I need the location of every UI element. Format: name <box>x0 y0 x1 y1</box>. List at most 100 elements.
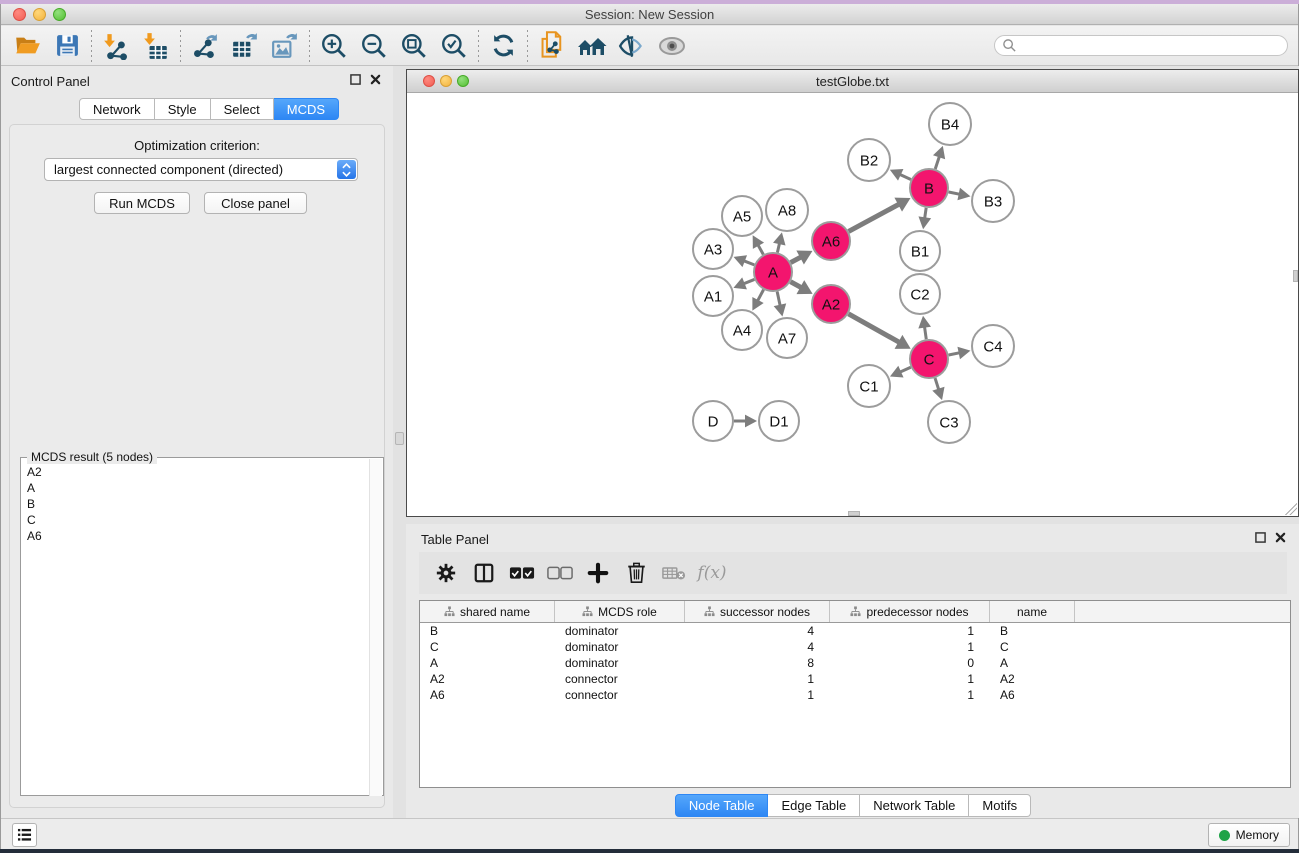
import-table-button[interactable] <box>136 29 176 63</box>
table-cell[interactable]: A6 <box>990 688 1075 702</box>
table-cell[interactable]: 8 <box>685 656 830 670</box>
table-cell[interactable]: 1 <box>830 640 990 654</box>
table-cell[interactable]: A <box>990 656 1075 670</box>
window-resize-grip[interactable] <box>1285 503 1297 515</box>
mcds-result-item[interactable]: A6 <box>27 528 42 544</box>
table-cell[interactable]: 1 <box>685 688 830 702</box>
column-header[interactable]: shared name <box>420 601 555 622</box>
table-row[interactable]: Bdominator41B <box>420 623 1290 639</box>
table-cell[interactable]: dominator <box>555 656 685 670</box>
zoom-selected-button[interactable] <box>434 29 474 63</box>
table-cell[interactable]: connector <box>555 672 685 686</box>
tab-network-table[interactable]: Network Table <box>860 794 969 817</box>
home-layout-button[interactable] <box>572 29 612 63</box>
table-cell[interactable]: connector <box>555 688 685 702</box>
delete-column-button[interactable] <box>617 555 655 591</box>
graph-edge[interactable] <box>848 314 900 343</box>
result-scrollbar[interactable] <box>369 459 382 796</box>
show-panel-button[interactable] <box>652 29 692 63</box>
tab-mcds[interactable]: MCDS <box>274 98 339 120</box>
table-cell[interactable]: A2 <box>420 672 555 686</box>
plus-icon <box>587 562 609 584</box>
table-cell[interactable]: 1 <box>830 672 990 686</box>
table-cell[interactable]: 4 <box>685 640 830 654</box>
mcds-result-item[interactable]: A <box>27 480 42 496</box>
table-cell[interactable]: 1 <box>830 624 990 638</box>
close-panel-button[interactable]: Close panel <box>204 192 307 214</box>
import-network-button[interactable] <box>96 29 136 63</box>
close-panel-icon[interactable] <box>370 74 381 85</box>
table-row[interactable]: Adominator80A <box>420 655 1290 671</box>
graph-edge[interactable] <box>924 326 926 339</box>
tab-select[interactable]: Select <box>211 98 274 120</box>
bottom-frame-nub[interactable] <box>848 511 860 516</box>
export-image-button[interactable] <box>265 29 305 63</box>
run-mcds-button[interactable]: Run MCDS <box>94 192 190 214</box>
column-visibility-button[interactable] <box>465 555 503 591</box>
node-label: A3 <box>704 241 722 258</box>
hide-panel-button[interactable] <box>612 29 652 63</box>
mcds-result-item[interactable]: C <box>27 512 42 528</box>
table-cell[interactable]: C <box>990 640 1075 654</box>
table-cell[interactable]: 1 <box>830 688 990 702</box>
column-header[interactable]: name <box>990 601 1075 622</box>
select-all-button[interactable] <box>503 555 541 591</box>
tab-network[interactable]: Network <box>79 98 155 120</box>
export-network-button[interactable] <box>185 29 225 63</box>
open-file-button[interactable] <box>7 29 47 63</box>
table-cell[interactable]: B <box>420 624 555 638</box>
memory-button[interactable]: Memory <box>1208 823 1290 847</box>
window-title: Session: New Session <box>1 7 1298 22</box>
right-frame-nub[interactable] <box>1293 270 1298 282</box>
graph-edge[interactable] <box>849 204 900 232</box>
refresh-button[interactable] <box>483 29 523 63</box>
table-cell[interactable]: C <box>420 640 555 654</box>
tab-edge-table[interactable]: Edge Table <box>768 794 860 817</box>
table-cell[interactable]: A6 <box>420 688 555 702</box>
table-settings-button[interactable] <box>427 555 465 591</box>
graph-edge[interactable] <box>757 290 763 302</box>
zoom-out-button[interactable] <box>354 29 394 63</box>
save-session-button[interactable] <box>47 29 87 63</box>
column-header[interactable]: MCDS role <box>555 601 685 622</box>
mcds-result-item[interactable]: B <box>27 496 42 512</box>
zoom-in-button[interactable] <box>314 29 354 63</box>
table-row[interactable]: A2connector11A2 <box>420 671 1290 687</box>
close-panel-icon[interactable] <box>1275 532 1286 543</box>
column-header[interactable]: predecessor nodes <box>830 601 990 622</box>
copy-style-button[interactable] <box>532 29 572 63</box>
table-cell[interactable]: 0 <box>830 656 990 670</box>
mcds-result-item[interactable]: A2 <box>27 464 42 480</box>
table-cell[interactable]: dominator <box>555 624 685 638</box>
tab-style[interactable]: Style <box>155 98 211 120</box>
search-input[interactable] <box>1017 39 1287 53</box>
table-cell[interactable]: dominator <box>555 640 685 654</box>
float-panel-icon[interactable] <box>1255 532 1266 543</box>
graph-edge[interactable] <box>935 155 939 169</box>
add-column-button[interactable] <box>579 555 617 591</box>
function-builder-button[interactable]: f(x) <box>693 555 731 591</box>
node-table[interactable]: shared nameMCDS rolesuccessor nodesprede… <box>419 600 1291 788</box>
network-window-titlebar[interactable]: testGlobe.txt <box>407 70 1298 93</box>
table-cell[interactable]: 4 <box>685 624 830 638</box>
table-row[interactable]: Cdominator41C <box>420 639 1290 655</box>
panel-splitter-handle[interactable] <box>395 432 404 445</box>
float-panel-icon[interactable] <box>350 74 361 85</box>
table-cell[interactable]: B <box>990 624 1075 638</box>
table-row[interactable]: A6connector11A6 <box>420 687 1290 703</box>
search-field[interactable] <box>994 35 1288 56</box>
zoom-fit-button[interactable] <box>394 29 434 63</box>
network-canvas[interactable]: B4B2BB3A5A8A6B1A3AC2A1A2A4A7C4CC1C3DD1 <box>407 93 1298 516</box>
criterion-dropdown[interactable]: largest connected component (directed) <box>44 158 358 181</box>
table-cell[interactable]: 1 <box>685 672 830 686</box>
delete-table-button[interactable] <box>655 555 693 591</box>
tab-node-table[interactable]: Node Table <box>675 794 769 817</box>
task-history-button[interactable] <box>12 823 37 847</box>
column-header[interactable]: successor nodes <box>685 601 830 622</box>
deselect-all-button[interactable] <box>541 555 579 591</box>
graph-edge[interactable] <box>777 292 780 307</box>
tab-motifs[interactable]: Motifs <box>969 794 1031 817</box>
export-table-button[interactable] <box>225 29 265 63</box>
table-cell[interactable]: A2 <box>990 672 1075 686</box>
table-cell[interactable]: A <box>420 656 555 670</box>
